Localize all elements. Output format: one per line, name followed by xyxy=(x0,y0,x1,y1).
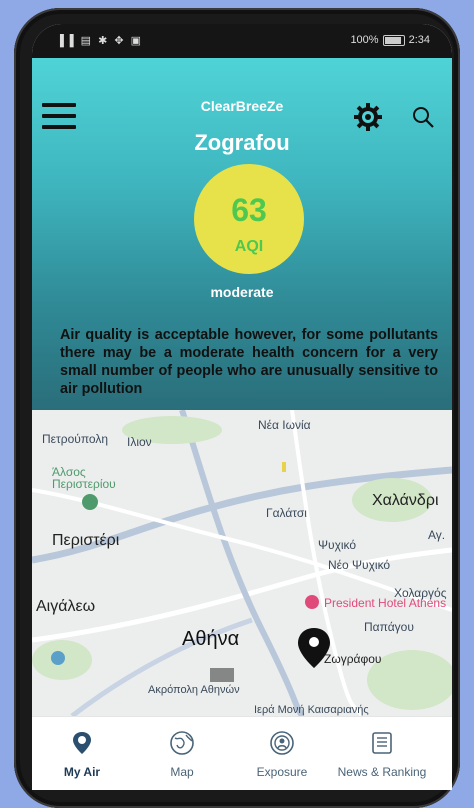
map-label: Ψυχικό xyxy=(318,538,357,552)
target-person-icon xyxy=(270,731,294,755)
location-pin-icon xyxy=(73,732,91,754)
map-label: Αγ. xyxy=(428,528,446,542)
status-bar: ▐▐ ▤ ✱ ✥ ▣ 100% 2:34 xyxy=(32,24,452,58)
health-advice: Air quality is acceptable however, for s… xyxy=(60,327,438,397)
status-icons: ▐▐ ▤ ✱ ✥ ▣ xyxy=(56,35,144,47)
aqi-header: ClearBreeZe Zografou 63 AQI moderate Air… xyxy=(32,58,452,410)
globe-icon xyxy=(170,731,194,755)
tab-exposure[interactable]: Exposure xyxy=(232,717,332,790)
map-label: Αθήνα xyxy=(182,628,240,650)
tab-label: News & Ranking xyxy=(337,765,427,779)
aqi-value: 63 xyxy=(231,192,267,228)
clock: 2:34 xyxy=(408,34,430,46)
tab-label: My Air xyxy=(63,765,101,779)
map-label: President Hotel Athens xyxy=(324,596,447,610)
map-label: Ζωγράφου xyxy=(324,652,382,666)
battery-icon xyxy=(382,34,405,46)
map-label: Άλσος Περιστερίου xyxy=(52,465,116,491)
battery-percent: 100% xyxy=(350,34,379,46)
map-label: Νέο Ψυχικό xyxy=(328,558,391,572)
map-label: Γαλάτσι xyxy=(266,506,307,520)
newspaper-icon xyxy=(372,732,392,754)
map-label: Παπάγου xyxy=(364,620,414,634)
search-icon[interactable] xyxy=(410,104,436,130)
aqi-gauge: 63 AQI xyxy=(194,164,304,274)
map-label: Ακρόπολη Αθηνών xyxy=(148,684,240,696)
map-label: Ιλιον xyxy=(127,435,152,449)
map-label: Χαλάνδρι xyxy=(372,492,439,509)
tab-map[interactable]: Map xyxy=(132,717,232,790)
air-quality-map[interactable]: Νέα Ιωνία Πετρούπολη Ιλιον Άλσος Περιστε… xyxy=(32,410,452,716)
aqi-unit: AQI xyxy=(234,238,264,255)
tab-label: Map xyxy=(170,765,194,779)
tab-news-ranking[interactable]: News & Ranking xyxy=(332,717,432,790)
tab-label: Exposure xyxy=(256,765,308,779)
app-screen: ▐▐ ▤ ✱ ✥ ▣ 100% 2:34 ClearBreeZe Zografo… xyxy=(32,24,452,790)
map-label: Αιγάλεω xyxy=(36,598,96,615)
location-title: Zografou xyxy=(194,130,290,155)
map-label: Περιστέρι xyxy=(52,532,120,549)
map-label: Πετρούπολη xyxy=(42,432,109,446)
gear-icon[interactable] xyxy=(353,102,383,132)
aqi-level: moderate xyxy=(210,284,274,300)
map-label: Ιερά Μονή Καισαριανής xyxy=(254,704,369,716)
map-label: Νέα Ιωνία xyxy=(258,418,311,432)
bottom-navigation: My Air Map Exposure News & Ranking xyxy=(32,716,452,790)
app-name: ClearBreeZe xyxy=(200,98,284,114)
tab-my-air[interactable]: My Air xyxy=(32,717,132,790)
